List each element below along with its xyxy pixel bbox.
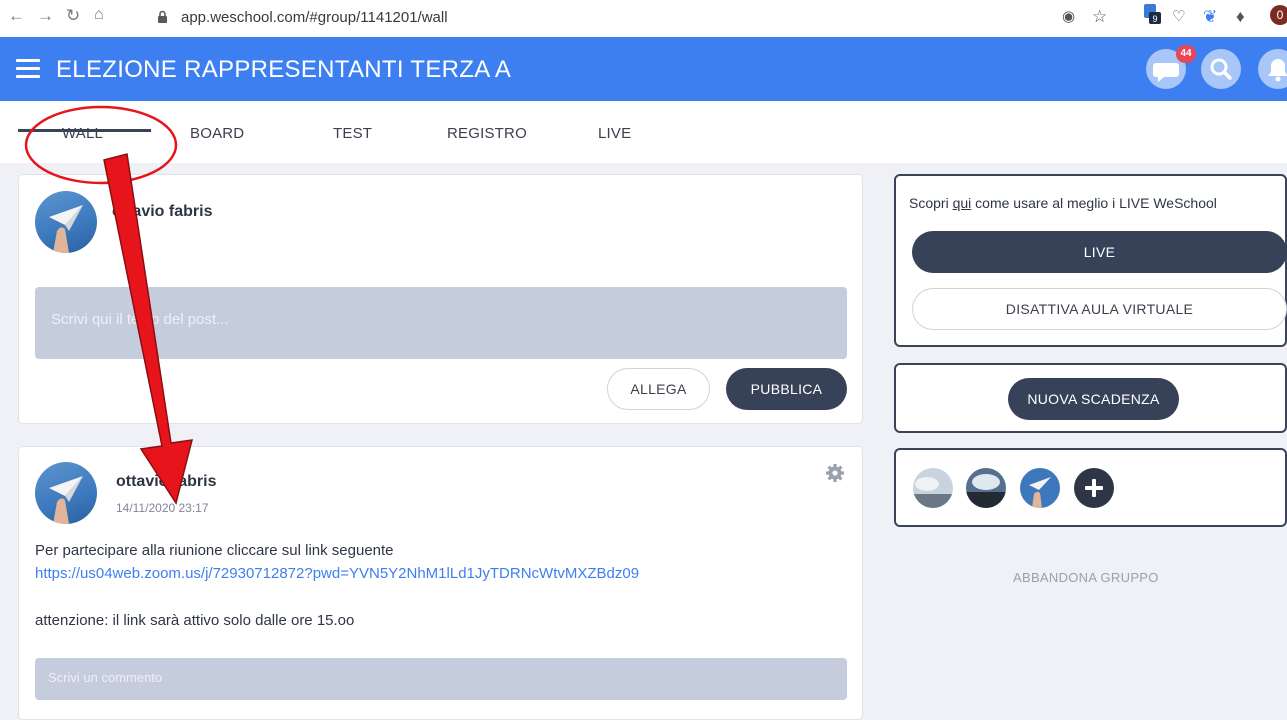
notifications-button[interactable] (1258, 49, 1287, 89)
active-tab-indicator (18, 129, 151, 132)
hamburger-menu-icon[interactable] (16, 59, 40, 79)
disable-virtual-room-button[interactable]: DISATTIVA AULA VIRTUALE (912, 288, 1287, 330)
svg-text:9: 9 (1152, 14, 1157, 24)
zoom-meeting-link[interactable]: https://us04web.zoom.us/j/72930712872?pw… (35, 565, 639, 582)
profile-avatar[interactable]: 0 (1270, 5, 1287, 25)
eye-off-icon[interactable]: ◉ (1062, 7, 1075, 25)
paper-plane-image (49, 205, 83, 253)
feather-icon[interactable]: ❦ (1203, 7, 1217, 27)
plus-icon (1085, 479, 1103, 497)
puzzle-icon[interactable]: ♦ (1236, 7, 1245, 27)
group-tabs: WALL BOARD TEST REGISTRO LIVE (0, 101, 1287, 163)
member-avatar[interactable] (1020, 468, 1060, 508)
pocket-icon[interactable]: ♡ (1172, 7, 1185, 25)
composer-avatar (35, 191, 97, 253)
tab-live[interactable]: LIVE (598, 125, 631, 142)
app-header: ELEZIONE RAPPRESENTANTI TERZA A 44 (0, 37, 1287, 101)
extension-icon[interactable]: 9 (1143, 4, 1161, 24)
forward-arrow-icon[interactable]: → (37, 6, 54, 26)
post-body-line2: attenzione: il link sarà attivo solo dal… (35, 612, 355, 629)
leave-group-link[interactable]: ABBANDONA GRUPPO (1013, 570, 1159, 585)
tab-board[interactable]: BOARD (190, 125, 244, 142)
live-card: Scopri qui come usare al meglio i LIVE W… (894, 174, 1287, 347)
publish-button[interactable]: PUBBLICA (726, 368, 847, 410)
post-text-input[interactable]: Scrivi qui il testo del post... (35, 287, 847, 359)
post-composer-card: ottavio fabris Scrivi qui il testo del p… (18, 174, 863, 424)
promo-text-end: come usare al meglio i LIVE WeSchool (971, 195, 1217, 211)
bell-icon (1268, 59, 1287, 82)
post-author-avatar (35, 462, 97, 524)
post-author-name: ottavio fabris (116, 473, 217, 490)
lock-icon (158, 10, 167, 23)
comment-input[interactable]: Scrivi un commento (35, 658, 847, 700)
tab-wall[interactable]: WALL (62, 125, 103, 142)
gear-icon[interactable] (825, 463, 845, 483)
post-timestamp: 14/11/2020 23:17 (116, 501, 209, 515)
member-photo (1020, 468, 1060, 508)
star-icon[interactable]: ☆ (1092, 7, 1107, 27)
composer-author-name: ottavio fabris (112, 203, 213, 220)
tab-registro[interactable]: REGISTRO (447, 125, 527, 142)
browser-toolbar: ← → ↻ ⌂ app.weschool.com/#group/1141201/… (0, 0, 1287, 37)
members-card (894, 448, 1287, 527)
post-card: ottavio fabris 14/11/2020 23:17 Per part… (18, 446, 863, 720)
search-icon (1210, 58, 1232, 80)
new-deadline-button[interactable]: NUOVA SCADENZA (1008, 378, 1179, 420)
member-photo (966, 468, 1006, 508)
search-button[interactable] (1201, 49, 1241, 89)
home-icon[interactable]: ⌂ (94, 6, 104, 24)
reload-icon[interactable]: ↻ (66, 6, 80, 26)
post-body-line1: Per partecipare alla riunione cliccare s… (35, 542, 394, 559)
promo-link-qui[interactable]: qui (953, 195, 972, 211)
live-button[interactable]: LIVE (912, 231, 1287, 273)
member-avatar[interactable] (966, 468, 1006, 508)
paper-plane-image (49, 476, 83, 524)
promo-text-start: Scopri (909, 195, 953, 211)
attach-button[interactable]: ALLEGA (607, 368, 710, 410)
tab-test[interactable]: TEST (333, 125, 372, 142)
member-photo (913, 468, 953, 508)
deadline-card: NUOVA SCADENZA (894, 363, 1287, 433)
add-member-button[interactable] (1074, 468, 1114, 508)
group-title: ELEZIONE RAPPRESENTANTI TERZA A (56, 56, 512, 83)
member-avatar[interactable] (913, 468, 953, 508)
chat-unread-badge: 44 (1176, 45, 1196, 63)
back-arrow-icon[interactable]: ← (8, 6, 25, 26)
address-bar[interactable]: app.weschool.com/#group/1141201/wall (181, 9, 448, 26)
live-promo-text: Scopri qui come usare al meglio i LIVE W… (909, 195, 1217, 211)
